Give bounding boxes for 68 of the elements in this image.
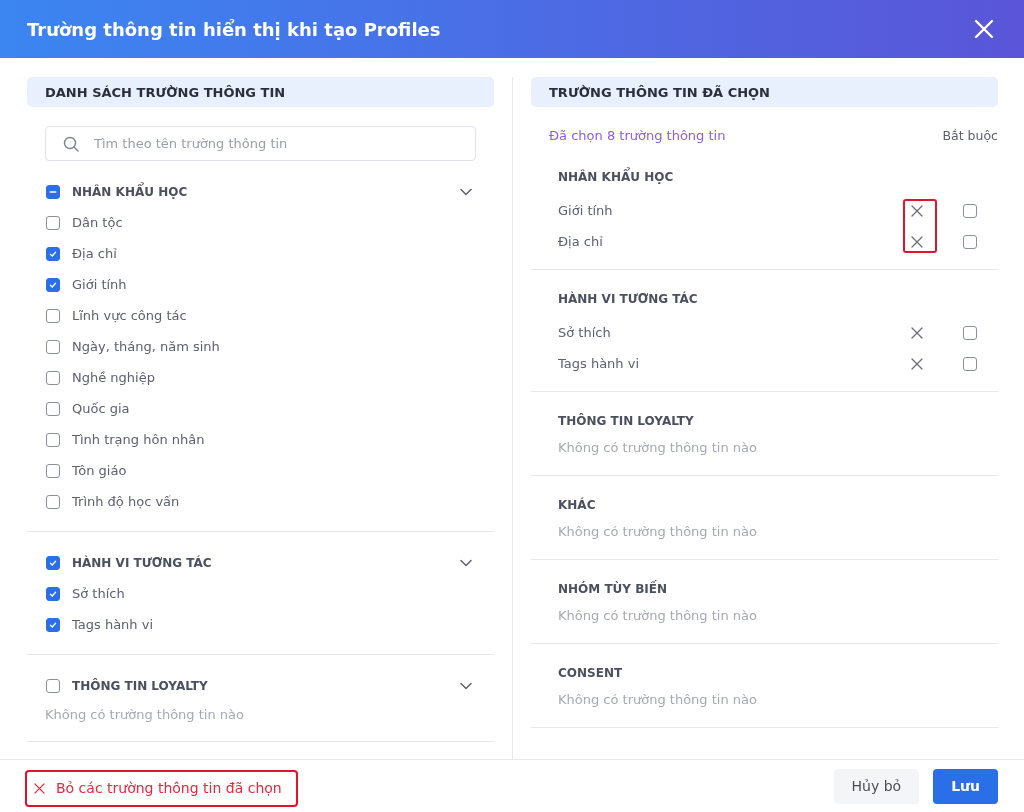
field-label: Sở thích xyxy=(558,325,612,340)
field-label: Địa chỉ xyxy=(558,234,604,249)
checkbox[interactable] xyxy=(46,586,60,601)
cancel-button[interactable]: Hủy bỏ xyxy=(833,768,920,804)
field-label: Sở thích xyxy=(72,586,126,601)
field-label: Tags hành vi xyxy=(72,617,155,632)
chevron-down-icon[interactable] xyxy=(460,681,472,690)
field-label: Nghề nghiệp xyxy=(72,370,156,385)
section-header: TRƯỜNG THÔNG TIN ĐÃ CHỌN xyxy=(531,77,998,107)
empty-message: Không có trường thông tin nào xyxy=(557,607,758,625)
checkbox[interactable] xyxy=(46,463,60,478)
field-label: Giới tính xyxy=(72,277,128,292)
chevron-down-icon[interactable] xyxy=(460,187,472,196)
empty-message: Không có trường thông tin nào xyxy=(557,523,758,541)
required-checkbox[interactable] xyxy=(963,356,977,371)
group-title: NHÂN KHẨU HỌC xyxy=(531,166,998,188)
required-checkbox[interactable] xyxy=(963,203,977,218)
field-label: Trình độ học vấn xyxy=(72,494,181,509)
group-title: CONSENT xyxy=(557,665,624,682)
close-icon[interactable] xyxy=(974,19,994,39)
group-title: THÔNG TIN LOYALTY xyxy=(72,678,209,693)
checkbox[interactable] xyxy=(46,617,60,632)
field-label: Lĩnh vực công tác xyxy=(72,308,188,323)
field-label: Quốc gia xyxy=(72,401,131,416)
empty-message: Không có trường thông tin nào xyxy=(557,439,758,457)
checkbox[interactable] xyxy=(46,215,60,230)
selected-count: Đã chọn 8 trường thông tin xyxy=(549,127,726,143)
field-label: Giới tính xyxy=(558,203,614,218)
section-header: DANH SÁCH TRƯỜNG THÔNG TIN xyxy=(27,77,494,107)
checkbox[interactable] xyxy=(46,308,60,323)
save-button[interactable]: Lưu xyxy=(933,768,998,804)
column-header: Bắt buộc xyxy=(942,127,998,143)
search-field[interactable]: Tìm theo tên trường thông tin xyxy=(45,126,476,161)
field-label: Tôn giáo xyxy=(72,463,128,478)
dialog-title: Trường thông tin hiển thị khi tạo Profiles xyxy=(27,18,441,40)
empty-message: Không có trường thông tin nào xyxy=(44,705,245,724)
remove-icon[interactable] xyxy=(911,326,923,339)
required-checkbox[interactable] xyxy=(963,234,977,249)
remove-icon[interactable] xyxy=(911,357,923,370)
remove-icon[interactable] xyxy=(911,204,923,217)
clear-selection-button[interactable]: Bỏ các trường thông tin đã chọn xyxy=(25,769,298,807)
checkbox[interactable] xyxy=(46,246,60,261)
chevron-down-icon[interactable] xyxy=(460,558,472,567)
checkbox[interactable] xyxy=(46,339,60,354)
field-label: Tags hành vi xyxy=(558,356,641,371)
group-title: HÀNH VI TƯƠNG TÁC xyxy=(557,290,699,308)
field-label: Địa chỉ xyxy=(72,246,118,261)
checkbox[interactable] xyxy=(46,277,60,292)
search-icon xyxy=(63,136,79,152)
remove-icon[interactable] xyxy=(911,235,923,248)
field-label: Ngày, tháng, năm sinh xyxy=(72,339,221,354)
checkbox[interactable] xyxy=(46,401,60,416)
checkbox[interactable] xyxy=(46,494,60,509)
checkbox[interactable] xyxy=(46,678,60,693)
field-label: Tình trạng hôn nhân xyxy=(72,432,206,447)
close-icon xyxy=(34,782,45,794)
empty-message: Không có trường thông tin nào xyxy=(557,691,758,709)
required-checkbox[interactable] xyxy=(963,325,977,340)
checkbox[interactable] xyxy=(46,184,60,199)
checkbox[interactable] xyxy=(46,432,60,447)
checkbox[interactable] xyxy=(46,370,60,385)
group-title: KHÁC xyxy=(557,496,597,514)
field-label: Dân tộc xyxy=(72,215,124,230)
group-title: NHÓM TÙY BIẾN xyxy=(557,579,669,598)
group-title: NHÂN KHẨU HỌC xyxy=(72,184,189,199)
group-title: THÔNG TIN LOYALTY xyxy=(557,412,695,430)
group-title: HÀNH VI TƯƠNG TÁC xyxy=(72,555,213,570)
checkbox[interactable] xyxy=(46,555,60,570)
